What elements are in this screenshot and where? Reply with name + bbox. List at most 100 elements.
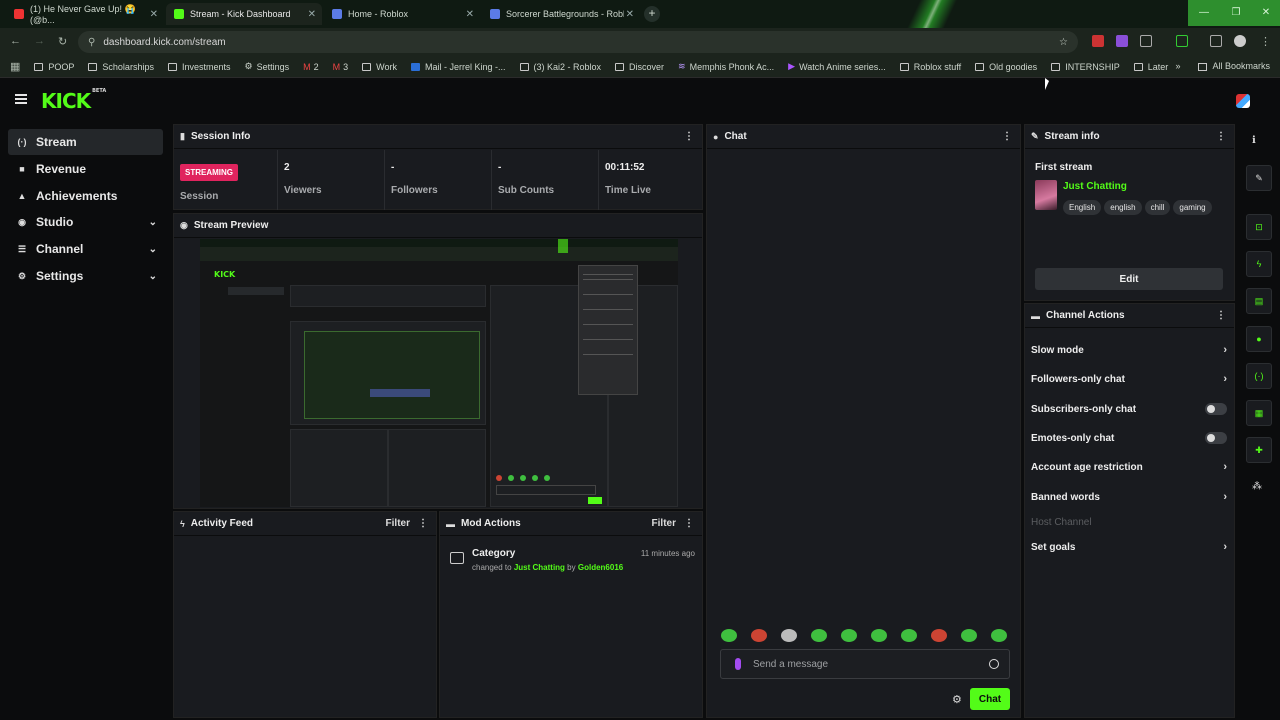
tag[interactable]: english (1104, 200, 1142, 215)
bookmark-item[interactable]: Investments (167, 62, 230, 72)
tag[interactable]: English (1063, 200, 1102, 215)
bookmark-item[interactable]: Later (1133, 62, 1168, 72)
slow-mode-row[interactable]: Slow mode › (1031, 340, 1227, 360)
bookmark-item[interactable]: Roblox stuff (899, 62, 961, 72)
chat-send-button[interactable]: Chat (970, 688, 1010, 710)
bookmark-item[interactable]: ▶ Watch Anime series... (788, 61, 886, 72)
reload-icon[interactable]: ↻ (58, 35, 67, 48)
emote-icon[interactable] (991, 629, 1007, 642)
bookmark-item[interactable]: Discover (615, 62, 664, 72)
extension-icon[interactable] (1116, 35, 1128, 47)
sidebar-item-revenue[interactable]: ■ Revenue (8, 156, 163, 182)
pencil-icon[interactable]: ✎ (1246, 165, 1272, 191)
tag[interactable]: chill (1144, 200, 1171, 215)
close-icon[interactable]: ✕ (150, 9, 158, 20)
emote-icon[interactable] (841, 629, 857, 642)
bookmark-item[interactable]: ⚙ Settings (244, 61, 289, 72)
emote-icon[interactable] (931, 629, 947, 642)
sidebar-item-achievements[interactable]: ▲ Achievements (8, 183, 163, 209)
chat-bubble-icon[interactable]: ● (1246, 326, 1272, 352)
user-link[interactable]: Golden6016 (578, 563, 623, 572)
browser-tab-roblox-game[interactable]: Sorcerer Battlegrounds - Roblox ✕ (482, 3, 640, 25)
filter-button[interactable]: Filter (652, 518, 676, 529)
user-avatar[interactable] (1236, 94, 1250, 108)
bookmark-item[interactable]: Mail - Jerrel King -... (410, 62, 506, 72)
browser-tab-youtube[interactable]: (1) He Never Gave Up! 😭 (@b... ✕ (6, 3, 164, 25)
apps-icon[interactable]: ⁂ (1252, 481, 1262, 492)
category-link[interactable]: Just Chatting (514, 563, 565, 572)
more-options-icon[interactable]: ⋮ (1216, 131, 1226, 142)
bookmark-item[interactable]: INTERNSHIP (1051, 62, 1120, 72)
tag[interactable]: gaming (1173, 200, 1212, 215)
menu-toggle-icon[interactable] (15, 94, 27, 104)
sidebar-item-channel[interactable]: ☰ Channel ⌄ (8, 236, 163, 262)
emote-icon[interactable] (901, 629, 917, 642)
apps-grid-icon[interactable]: ▦ (10, 60, 20, 73)
sidebar-item-settings[interactable]: ⚙ Settings ⌄ (8, 263, 163, 289)
category-thumbnail[interactable] (1035, 180, 1057, 210)
bookmark-item[interactable]: ≋ Memphis Phonk Ac... (678, 61, 774, 72)
wrench-icon[interactable]: ✚ (1246, 437, 1272, 463)
kick-logo[interactable]: KICK BETA (41, 88, 106, 113)
bookmark-item[interactable]: M2 (303, 62, 319, 72)
bookmark-star-icon[interactable]: ☆ (1059, 37, 1068, 48)
more-options-icon[interactable]: ⋮ (684, 131, 694, 142)
emote-icon[interactable] (781, 629, 797, 642)
microphone-icon[interactable] (735, 658, 741, 670)
edit-stream-info-button[interactable]: Edit (1035, 268, 1223, 290)
minimize-button[interactable]: — (1188, 0, 1220, 26)
chat-message-input[interactable]: Send a message (720, 649, 1010, 679)
layout-icon[interactable]: ▦ (1246, 400, 1272, 426)
browser-tab-kick[interactable]: Stream - Kick Dashboard ✕ (166, 3, 322, 25)
more-options-icon[interactable]: ⋮ (684, 518, 694, 529)
followers-only-row[interactable]: Followers-only chat › (1031, 369, 1227, 389)
back-icon[interactable]: ← (10, 35, 21, 47)
menu-icon[interactable]: ⋮ (1260, 35, 1271, 48)
document-icon[interactable]: ▤ (1246, 288, 1272, 314)
more-options-icon[interactable]: ⋮ (1002, 131, 1012, 142)
browser-tab-roblox-home[interactable]: Home - Roblox ✕ (324, 3, 480, 25)
sidebar-item-studio[interactable]: ◉ Studio ⌄ (8, 209, 163, 235)
close-icon[interactable]: ✕ (308, 9, 316, 20)
bookmark-item[interactable]: Work (362, 62, 397, 72)
more-options-icon[interactable]: ⋮ (1216, 310, 1226, 321)
banned-words-row[interactable]: Banned words › (1031, 487, 1227, 507)
all-bookmarks[interactable]: » All Bookmarks (1175, 61, 1270, 71)
screenshot-icon[interactable]: ⊡ (1246, 214, 1272, 240)
bookmark-item[interactable]: M3 (333, 62, 349, 72)
account-age-row[interactable]: Account age restriction › (1031, 457, 1227, 477)
set-goals-row[interactable]: Set goals › (1031, 537, 1227, 557)
filter-button[interactable]: Filter (386, 518, 410, 529)
category-link[interactable]: Just Chatting (1063, 181, 1127, 192)
bookmark-item[interactable]: Old goodies (975, 62, 1037, 72)
extension-icon[interactable] (1092, 35, 1104, 47)
emote-icon[interactable] (721, 629, 737, 642)
bookmark-item[interactable]: POOP (34, 62, 74, 72)
lightning-icon[interactable]: ϟ (1246, 251, 1272, 277)
emotes-only-toggle[interactable] (1205, 432, 1227, 444)
chevron-double-icon[interactable]: » (1175, 61, 1180, 71)
forward-icon[interactable]: → (34, 35, 45, 47)
emote-icon[interactable] (871, 629, 887, 642)
subscribers-only-toggle[interactable] (1205, 403, 1227, 415)
maximize-button[interactable]: ❐ (1220, 0, 1252, 26)
emote-icon[interactable] (961, 629, 977, 642)
emote-icon[interactable] (811, 629, 827, 642)
emoji-icon[interactable] (989, 659, 999, 669)
more-options-icon[interactable]: ⋮ (418, 518, 428, 529)
sidebar-item-stream[interactable]: (·) Stream (8, 129, 163, 155)
gear-icon[interactable]: ⚙ (952, 693, 962, 706)
site-info-icon[interactable]: ⚲ (88, 37, 95, 48)
bookmark-item[interactable]: (3) Kai2 - Roblox (519, 62, 601, 72)
profile-avatar[interactable] (1234, 35, 1246, 47)
close-window-button[interactable]: ✕ (1252, 0, 1280, 26)
bookmark-item[interactable]: Scholarships (88, 62, 154, 72)
close-icon[interactable]: ✕ (626, 9, 634, 20)
cast-icon[interactable] (1176, 35, 1188, 47)
reading-list-icon[interactable] (1210, 35, 1222, 47)
info-icon[interactable]: ℹ (1252, 135, 1256, 146)
stream-preview-video[interactable]: KICK (200, 239, 678, 507)
emote-icon[interactable] (751, 629, 767, 642)
extensions-puzzle-icon[interactable] (1140, 35, 1152, 47)
new-tab-button[interactable]: + (644, 6, 660, 22)
